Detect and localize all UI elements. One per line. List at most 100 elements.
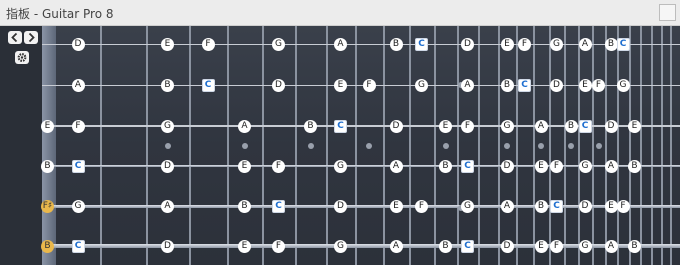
note-marker[interactable]: D: [334, 199, 347, 213]
fretboard[interactable]: [42, 26, 680, 265]
note-marker[interactable]: F: [550, 239, 563, 253]
open-string-note[interactable]: F♯: [41, 200, 54, 213]
root-note-marker[interactable]: C: [616, 37, 630, 51]
note-marker[interactable]: G: [415, 78, 428, 92]
note-marker[interactable]: A: [461, 78, 474, 92]
note-marker[interactable]: E: [534, 159, 548, 173]
note-marker[interactable]: E: [238, 239, 251, 253]
note-marker[interactable]: G: [500, 119, 514, 133]
note-marker[interactable]: D: [550, 78, 563, 92]
note-marker[interactable]: B: [628, 159, 641, 173]
note-marker[interactable]: F: [550, 159, 563, 173]
note-marker[interactable]: A: [389, 239, 403, 253]
note-marker[interactable]: B: [564, 119, 578, 133]
note-marker[interactable]: B: [500, 78, 514, 92]
root-note-marker[interactable]: C: [272, 199, 285, 213]
root-note-marker[interactable]: C: [578, 119, 592, 133]
note-marker[interactable]: G: [550, 37, 563, 51]
note-marker[interactable]: D: [500, 159, 514, 173]
fret-26: [661, 26, 663, 265]
note-marker[interactable]: F: [415, 199, 428, 213]
note-marker[interactable]: E: [439, 119, 452, 133]
note-marker[interactable]: A: [238, 119, 251, 133]
note-marker[interactable]: A: [500, 199, 514, 213]
open-string-note[interactable]: E: [41, 120, 54, 133]
note-marker[interactable]: B: [238, 199, 251, 213]
note-marker[interactable]: E: [500, 37, 514, 51]
note-marker[interactable]: E: [161, 37, 174, 51]
root-note-marker[interactable]: C: [334, 119, 347, 133]
chevron-right-icon[interactable]: [24, 31, 38, 44]
note-marker[interactable]: D: [71, 37, 85, 51]
note-marker[interactable]: B: [604, 37, 618, 51]
note-marker[interactable]: A: [161, 199, 174, 213]
note-marker[interactable]: F: [272, 159, 285, 173]
note-marker[interactable]: G: [578, 239, 592, 253]
note-marker[interactable]: F: [272, 239, 285, 253]
note-marker[interactable]: D: [389, 119, 403, 133]
maximize-button[interactable]: [659, 4, 676, 21]
note-marker[interactable]: E: [628, 119, 641, 133]
note-marker[interactable]: E: [389, 199, 403, 213]
note-marker[interactable]: G: [334, 159, 347, 173]
note-marker[interactable]: G: [578, 159, 592, 173]
inlay-dot: [366, 143, 372, 149]
note-marker[interactable]: D: [500, 239, 514, 253]
note-marker[interactable]: D: [604, 119, 618, 133]
note-marker[interactable]: B: [534, 199, 548, 213]
note-marker[interactable]: E: [238, 159, 251, 173]
note-marker[interactable]: D: [461, 37, 474, 51]
gear-icon[interactable]: [15, 51, 29, 64]
note-marker[interactable]: A: [389, 159, 403, 173]
fret-19: [578, 26, 580, 265]
root-note-marker[interactable]: C: [461, 159, 474, 173]
note-marker[interactable]: B: [628, 239, 641, 253]
note-marker[interactable]: A: [604, 159, 618, 173]
note-marker[interactable]: E: [578, 78, 592, 92]
note-marker[interactable]: G: [461, 199, 474, 213]
note-marker[interactable]: F: [518, 37, 531, 51]
note-marker[interactable]: E: [604, 199, 618, 213]
note-marker[interactable]: G: [272, 37, 285, 51]
chevron-left-icon[interactable]: [8, 31, 22, 44]
note-marker[interactable]: E: [334, 78, 347, 92]
open-string-note[interactable]: B: [41, 160, 54, 173]
fret-5: [262, 26, 264, 265]
root-note-marker[interactable]: C: [201, 78, 215, 92]
note-marker[interactable]: A: [578, 37, 592, 51]
note-marker[interactable]: F: [362, 78, 376, 92]
note-marker[interactable]: G: [334, 239, 347, 253]
root-note-marker[interactable]: C: [71, 239, 85, 253]
note-marker[interactable]: B: [304, 119, 317, 133]
note-marker[interactable]: F: [201, 37, 215, 51]
note-marker[interactable]: F: [616, 199, 630, 213]
note-marker[interactable]: F: [592, 78, 605, 92]
root-note-marker[interactable]: C: [71, 159, 85, 173]
root-note-marker[interactable]: C: [518, 78, 531, 92]
note-marker[interactable]: A: [334, 37, 347, 51]
note-marker[interactable]: D: [161, 239, 174, 253]
note-marker[interactable]: B: [439, 239, 452, 253]
note-marker[interactable]: A: [604, 239, 618, 253]
root-note-marker[interactable]: C: [415, 37, 428, 51]
title-bar: 指板 - Guitar Pro 8: [0, 0, 680, 26]
note-marker[interactable]: D: [161, 159, 174, 173]
note-marker[interactable]: A: [71, 78, 85, 92]
note-marker[interactable]: B: [389, 37, 403, 51]
open-string-note[interactable]: B: [41, 240, 54, 253]
note-marker[interactable]: F: [461, 119, 474, 133]
note-marker[interactable]: F: [71, 119, 85, 133]
root-note-marker[interactable]: C: [550, 199, 563, 213]
fretboard-sidebar: [0, 26, 42, 265]
note-marker[interactable]: A: [534, 119, 548, 133]
note-marker[interactable]: D: [272, 78, 285, 92]
root-note-marker[interactable]: C: [461, 239, 474, 253]
note-marker[interactable]: D: [578, 199, 592, 213]
note-marker[interactable]: G: [161, 119, 174, 133]
note-marker[interactable]: B: [161, 78, 174, 92]
fret-24: [640, 26, 642, 265]
note-marker[interactable]: G: [71, 199, 85, 213]
note-marker[interactable]: E: [534, 239, 548, 253]
note-marker[interactable]: B: [439, 159, 452, 173]
note-marker[interactable]: G: [616, 78, 630, 92]
